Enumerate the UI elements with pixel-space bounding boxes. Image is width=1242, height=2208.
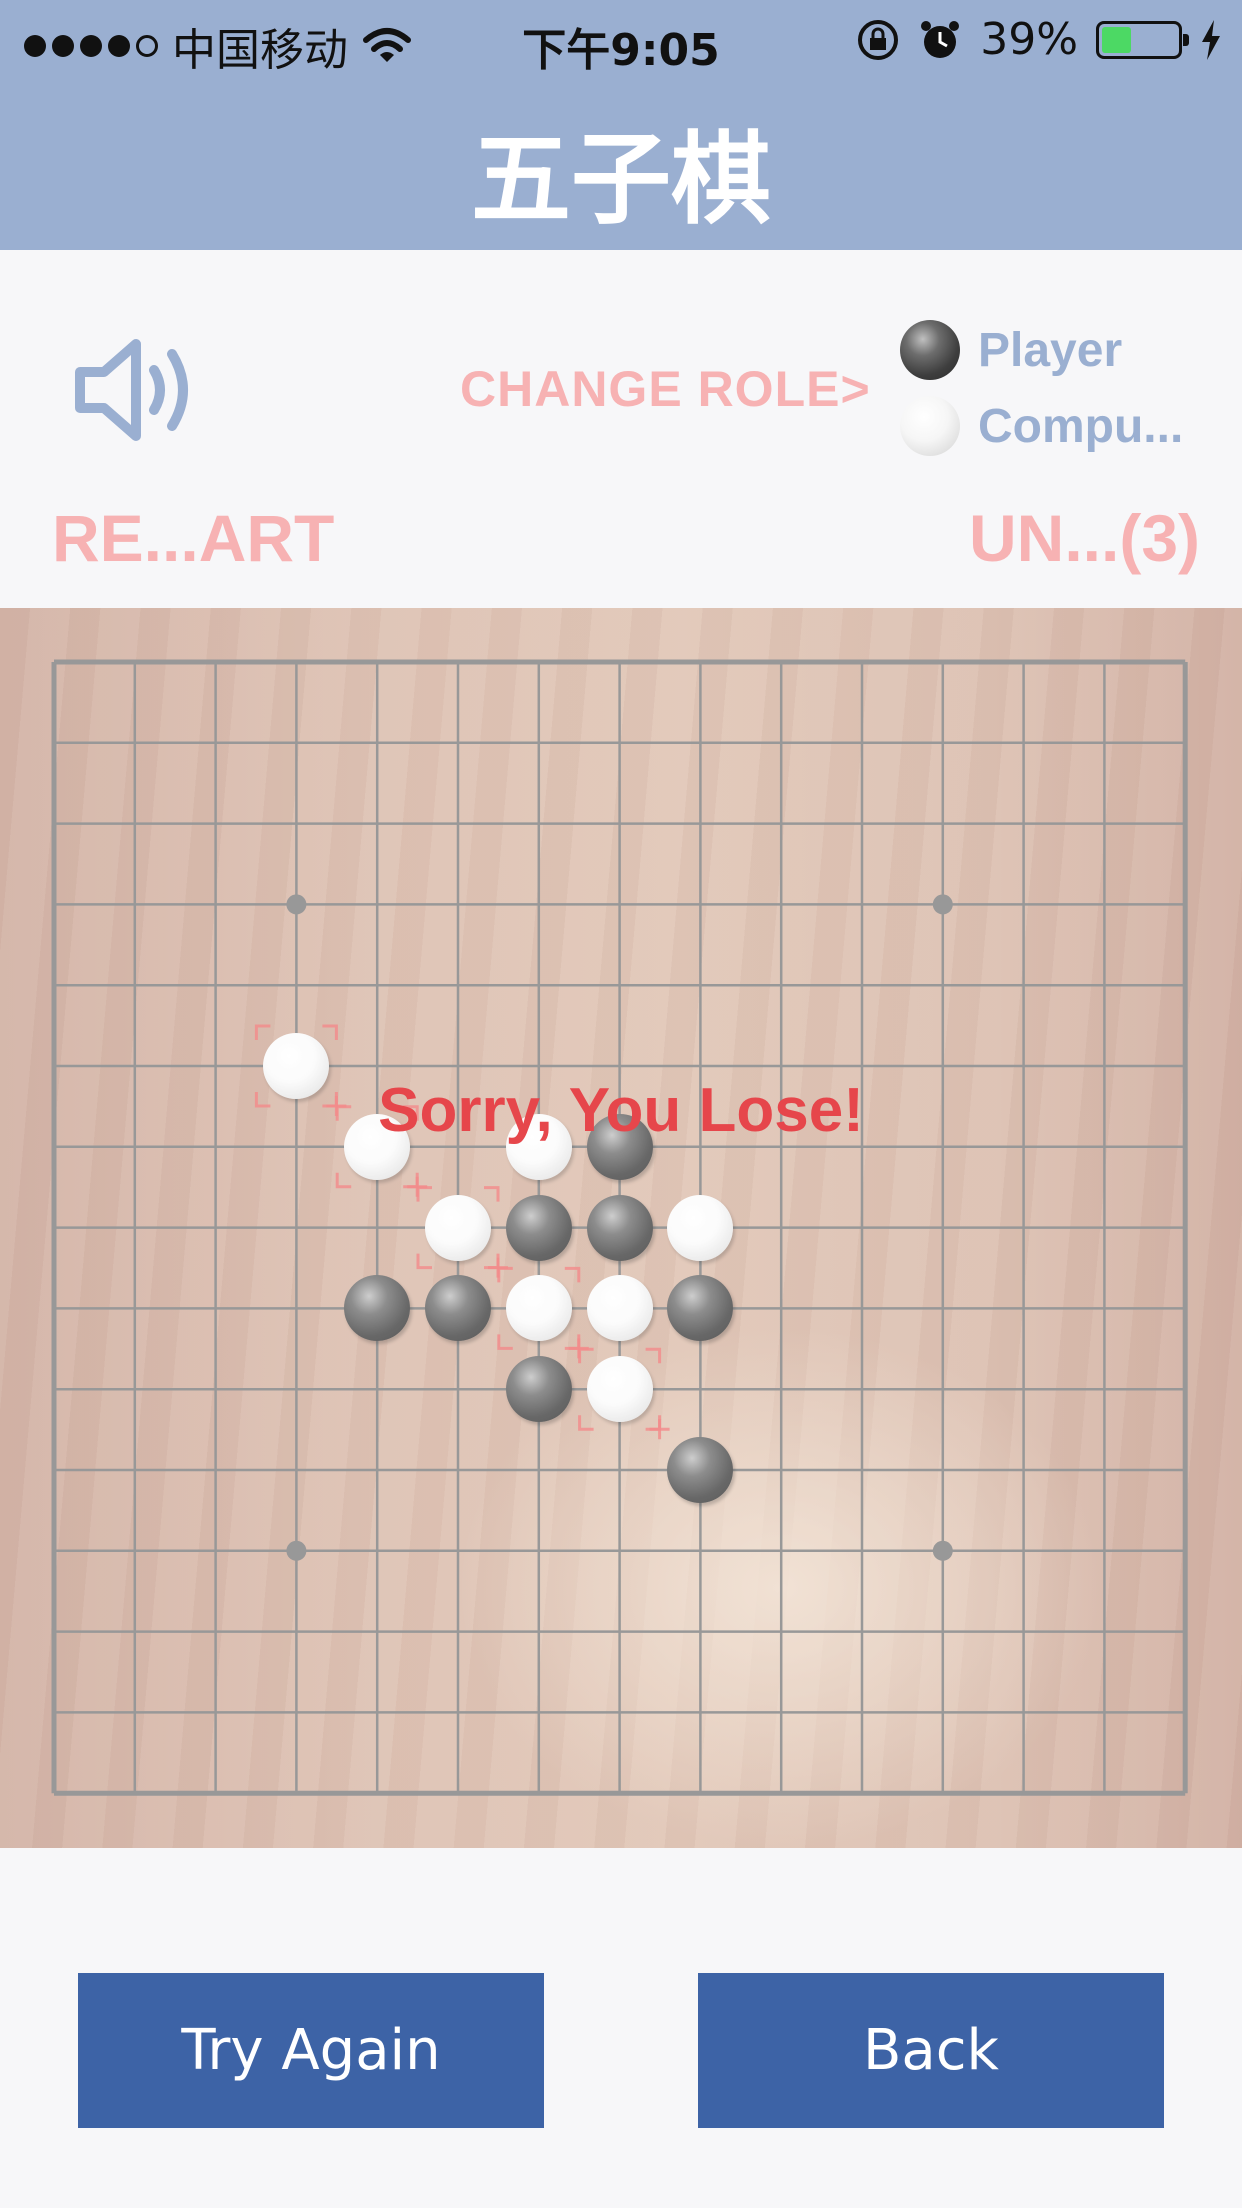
role-computer-label: Compu... (978, 399, 1184, 453)
black-stone (505, 1356, 572, 1423)
black-stone (425, 1275, 491, 1342)
role-player: Player (900, 320, 1122, 380)
black-stone (505, 1194, 572, 1261)
rotation-lock-icon (858, 19, 899, 60)
black-stone-icon (900, 320, 960, 380)
black-stone (586, 1194, 653, 1261)
change-role-button[interactable]: CHANGE ROLE> (460, 360, 871, 418)
white-stone (667, 1194, 734, 1261)
white-stone (505, 1275, 572, 1342)
role-player-label: Player (978, 323, 1123, 377)
role-computer: Compu... (900, 396, 1183, 456)
battery-fill (1102, 26, 1131, 53)
battery-icon (1096, 20, 1189, 59)
star-point (932, 1540, 953, 1561)
back-button[interactable]: Back (698, 1973, 1164, 2128)
white-stone (586, 1356, 653, 1423)
star-point (932, 894, 953, 915)
black-stone (667, 1437, 734, 1503)
white-stone (425, 1194, 491, 1261)
page-title: 五子棋 (471, 121, 771, 238)
restart-button[interactable]: RE...ART (52, 500, 334, 576)
charging-icon (1202, 19, 1220, 60)
star-point (286, 894, 307, 915)
white-stone-icon (900, 396, 960, 456)
status-bar: 中国移动 下午9:05 39% (0, 0, 1242, 80)
battery-percent: 39% (980, 14, 1078, 65)
alarm-icon (921, 20, 960, 58)
black-stone (667, 1275, 734, 1342)
speaker-icon[interactable] (74, 330, 204, 450)
game-board[interactable] (0, 608, 1242, 1848)
try-again-button[interactable]: Try Again (78, 1973, 544, 2128)
white-stone (586, 1275, 653, 1342)
result-message: Sorry, You Lose! (378, 1076, 864, 1145)
nav-bar: 五子棋 (0, 80, 1242, 250)
undo-button[interactable]: UN...(3) (969, 500, 1200, 576)
win-highlight-cross (649, 1419, 670, 1440)
star-point (286, 1540, 307, 1561)
status-right: 39% (856, 14, 1222, 65)
black-stone (344, 1275, 411, 1342)
